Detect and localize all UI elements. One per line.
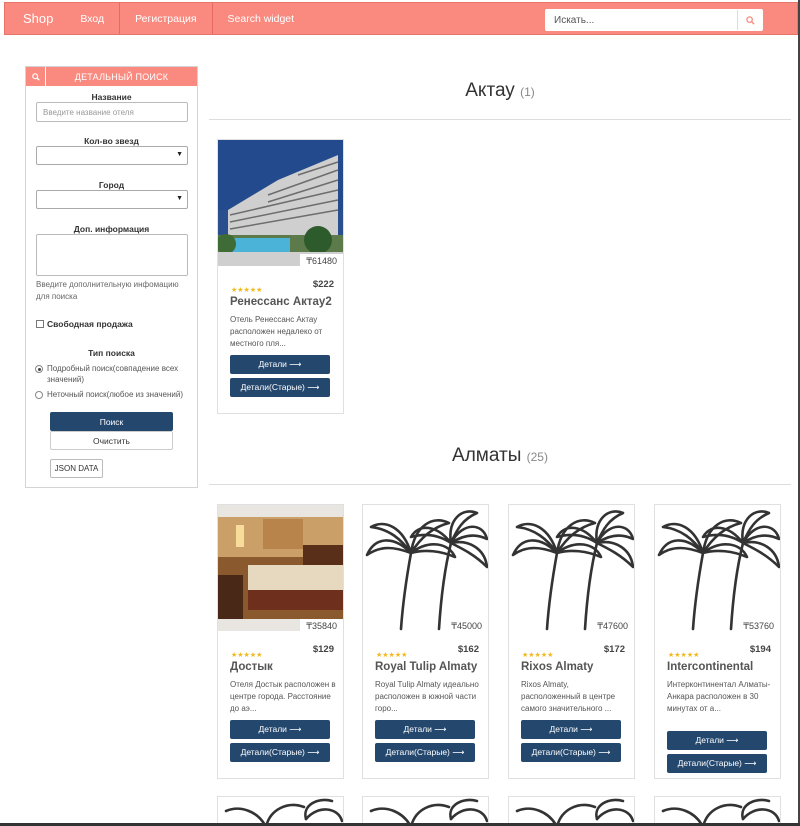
stars-label: Кол-во звезд — [84, 136, 139, 146]
city-count: (25) — [526, 450, 548, 464]
details-button[interactable]: Детали ⟶ — [230, 355, 330, 374]
price-local: ₸61480 — [300, 254, 343, 268]
radio-label: Подробный поиск(совпадение всех значений… — [47, 364, 179, 384]
hotel-room-image[interactable] — [218, 505, 343, 631]
hotel-description: Отеля Достык расположен в центре города.… — [230, 680, 336, 713]
hotel-name[interactable]: Intercontinental — [667, 661, 777, 673]
radio-exact-search[interactable]: Подробный поиск(совпадение всех значений… — [35, 363, 193, 385]
hotel-name[interactable]: Достык — [230, 661, 340, 673]
palm-icon[interactable] — [509, 505, 634, 631]
city-heading-aktau: Актау (1) — [209, 80, 791, 102]
hotel-name-input[interactable]: Введите название отеля — [36, 102, 188, 122]
star-rating: ★★★★★ — [668, 652, 700, 659]
detailed-search-panel: ДЕТАЛЬНЫЙ ПОИСК Название Введите названи… — [25, 66, 198, 488]
json-data-button[interactable]: JSON DATA — [50, 459, 103, 478]
star-rating: ★★★★★ — [231, 652, 263, 659]
hotel-card: ₸47600 $172 ★★★★★ Rixos Almaty Rixos Alm… — [508, 504, 635, 779]
old-details-button[interactable]: Детали(Старые) ⟶ — [667, 754, 767, 773]
hotel-building-image[interactable] — [218, 140, 343, 266]
navbar-search — [545, 9, 763, 31]
details-button[interactable]: Детали ⟶ — [667, 731, 767, 750]
top-navbar: Shop Вход Регистрация Search widget — [4, 2, 798, 35]
hotel-description: Отель Ренессанс Актау расположен недалек… — [230, 315, 323, 348]
details-button[interactable]: Детали ⟶ — [375, 720, 475, 739]
brand-link[interactable]: Shop — [5, 3, 65, 34]
palm-icon[interactable] — [655, 505, 780, 631]
hotel-description: Royal Tulip Almaty идеально расположен в… — [375, 680, 479, 713]
price-local: ₸53760 — [737, 619, 780, 633]
city-count: (1) — [520, 85, 535, 99]
old-details-button[interactable]: Детали(Старые) ⟶ — [375, 743, 475, 762]
checkbox-box[interactable] — [36, 320, 44, 328]
search-icon — [26, 67, 46, 86]
section-divider — [209, 484, 791, 485]
price-usd: $129 — [312, 644, 334, 655]
radio-button[interactable] — [35, 365, 43, 373]
hotel-card-partial — [654, 796, 781, 826]
star-rating: ★★★★★ — [376, 652, 408, 659]
old-details-button[interactable]: Детали(Старые) ⟶ — [230, 378, 330, 397]
city-name: Алматы — [452, 445, 522, 466]
panel-header: ДЕТАЛЬНЫЙ ПОИСК — [26, 67, 197, 86]
dropdown-arrow-icon: ▼ — [176, 151, 183, 158]
free-sale-checkbox[interactable]: Свободная продажа — [36, 319, 133, 329]
price-usd: $194 — [749, 644, 771, 655]
price-local: ₸35840 — [300, 619, 343, 633]
name-label: Название — [91, 92, 132, 102]
price-usd: $222 — [312, 279, 334, 290]
nav-link-register[interactable]: Регистрация — [120, 3, 213, 34]
radio-button[interactable] — [35, 391, 43, 399]
details-button[interactable]: Детали ⟶ — [230, 720, 330, 739]
nav-link-search-widget[interactable]: Search widget — [213, 3, 310, 34]
hotel-card-partial — [362, 796, 489, 826]
palm-icon — [369, 798, 488, 825]
nav-link-login[interactable]: Вход — [65, 3, 121, 34]
palm-icon — [661, 798, 780, 825]
hotel-card-partial — [508, 796, 635, 826]
hotel-name[interactable]: Ренессанс Актау2 — [230, 296, 340, 308]
old-details-button[interactable]: Детали(Старые) ⟶ — [230, 743, 330, 762]
city-label: Город — [98, 180, 125, 190]
info-hint: Введите дополнительную инфомацию для пои… — [36, 280, 179, 301]
dropdown-arrow-icon: ▼ — [176, 195, 183, 202]
radio-fuzzy-search[interactable]: Неточный поиск(любое из значений) — [35, 389, 193, 400]
search-button[interactable]: Поиск — [50, 412, 173, 431]
radio-label: Неточный поиск(любое из значений) — [47, 390, 183, 399]
panel-title: ДЕТАЛЬНЫЙ ПОИСК — [74, 71, 169, 82]
details-button[interactable]: Детали ⟶ — [521, 720, 621, 739]
city-name: Актау — [465, 80, 515, 101]
price-local: ₸47600 — [591, 619, 634, 633]
city-select[interactable]: ▼ — [36, 190, 188, 209]
hotel-card: ₸53760 $194 ★★★★★ Intercontinental Интер… — [654, 504, 781, 779]
hotel-card: ₸35840 $129 ★★★★★ Достык Отеля Достык ра… — [217, 504, 344, 779]
star-rating: ★★★★★ — [231, 287, 263, 294]
navbar-search-button[interactable] — [738, 10, 762, 30]
hotel-card: ₸45000 $162 ★★★★★ Royal Tulip Almaty Roy… — [362, 504, 489, 779]
hotel-card-partial — [217, 796, 344, 826]
hotel-name[interactable]: Royal Tulip Almaty — [375, 661, 485, 673]
hotel-description: Интерконтинентал Алматы-Анкара расположе… — [667, 680, 771, 713]
clear-button[interactable]: Очистить — [50, 431, 173, 450]
hotel-card: ₸61480 $222 ★★★★★ Ренессанс Актау2 Отель… — [217, 139, 344, 414]
price-usd: $162 — [457, 644, 479, 655]
palm-icon — [224, 798, 343, 825]
search-type-label: Тип поиска — [88, 348, 135, 358]
old-details-button[interactable]: Детали(Старые) ⟶ — [521, 743, 621, 762]
price-usd: $172 — [603, 644, 625, 655]
price-local: ₸45000 — [445, 619, 488, 633]
free-sale-label: Свободная продажа — [47, 319, 133, 329]
city-heading-almaty: Алматы (25) — [209, 445, 791, 467]
info-textarea[interactable] — [36, 234, 188, 276]
hotel-name[interactable]: Rixos Almaty — [521, 661, 631, 673]
search-icon — [745, 15, 755, 25]
navbar-search-input[interactable] — [546, 10, 738, 30]
star-rating: ★★★★★ — [522, 652, 554, 659]
hotel-description: Rixos Almaty, расположенный в центре сам… — [521, 680, 616, 713]
info-label: Доп. информация — [73, 224, 150, 234]
palm-icon — [515, 798, 634, 825]
section-divider — [209, 119, 791, 120]
palm-icon[interactable] — [363, 505, 488, 631]
stars-select[interactable]: ▼ — [36, 146, 188, 165]
